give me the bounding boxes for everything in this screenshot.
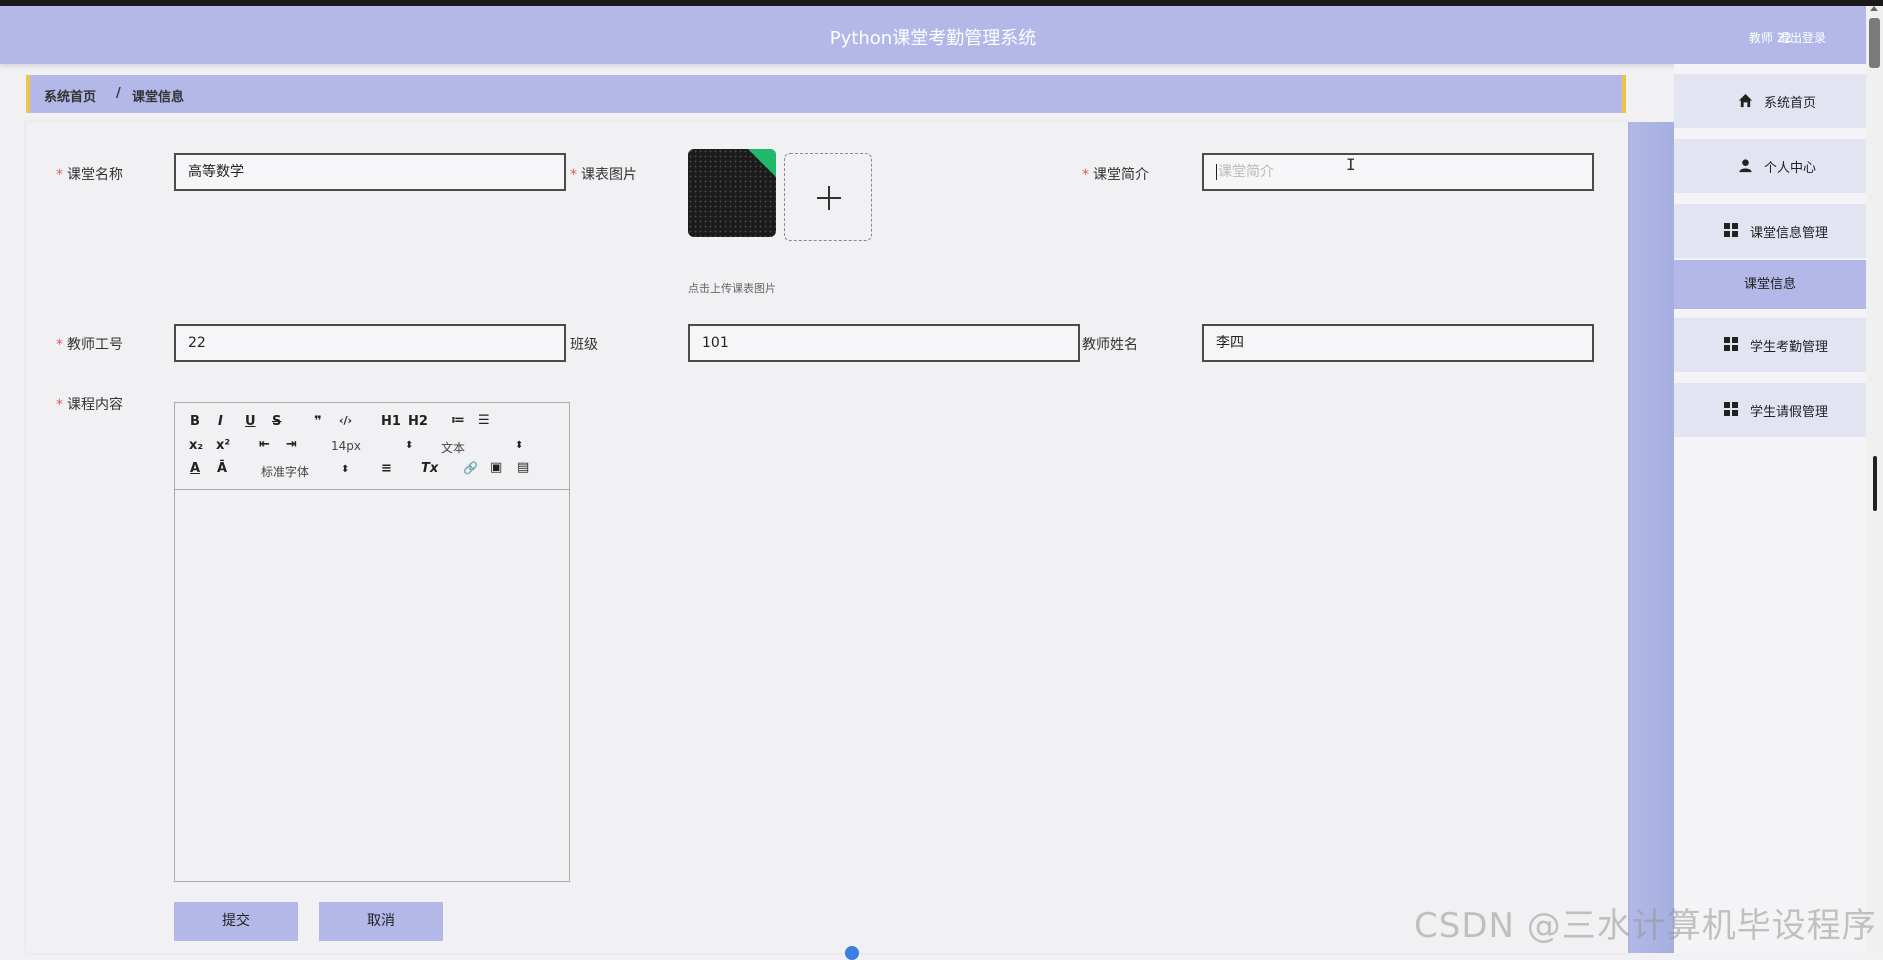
grid-icon xyxy=(1724,223,1739,238)
required-mark: * xyxy=(570,167,577,183)
breadcrumb-home[interactable]: 系统首页 xyxy=(44,86,96,105)
image-button[interactable]: ▣ xyxy=(490,460,502,475)
scrollbar-thumb[interactable] xyxy=(1869,18,1880,68)
grid-icon xyxy=(1724,402,1739,417)
upload-hint: 点击上传课表图片 xyxy=(688,282,776,295)
text-caret xyxy=(1216,164,1217,180)
rich-text-editor: B I U S ❞ ‹/› H1 H2 ≔ ☰ x₂ x² ⇤ ⇥ 14px ⬍… xyxy=(174,402,570,882)
sidebar-subitem-course-info[interactable]: 课堂信息 xyxy=(1674,260,1866,309)
select-arrows-icon: ⬍ xyxy=(405,440,414,451)
home-icon xyxy=(1738,93,1753,108)
link-button[interactable]: 🔗 xyxy=(463,461,478,475)
align-button[interactable]: ≡ xyxy=(381,461,392,476)
course-name-label-text: 课堂名称 xyxy=(67,167,123,183)
thumbnail-check-corner-icon xyxy=(748,149,776,177)
top-header: Python课堂考勤管理系统 教师 22 退出登录 xyxy=(0,6,1866,64)
code-block-button[interactable]: ‹/› xyxy=(339,414,352,427)
app-title: Python课堂考勤管理系统 xyxy=(829,28,1037,49)
sidebar-item-profile[interactable]: 个人中心 xyxy=(1674,139,1866,193)
intro-input[interactable]: 课堂简介 xyxy=(1202,153,1594,191)
superscript-button[interactable]: x² xyxy=(216,438,230,453)
subscript-button[interactable]: x₂ xyxy=(189,438,203,453)
editor-content-area[interactable] xyxy=(175,490,569,881)
header-select[interactable]: 文本 ⬍ xyxy=(441,439,525,456)
font-size-select[interactable]: 14px ⬍ xyxy=(331,439,415,453)
select-arrows-icon: ⬍ xyxy=(341,464,350,475)
h1-button[interactable]: H1 xyxy=(381,414,401,429)
teacher-id-label-text: 教师工号 xyxy=(67,337,123,353)
strike-button[interactable]: S xyxy=(272,414,281,429)
logout-link[interactable]: 退出登录 xyxy=(1778,29,1826,46)
bold-button[interactable]: B xyxy=(190,414,200,429)
sidebar-item-attendance-management[interactable]: 学生考勤管理 xyxy=(1674,318,1866,372)
breadcrumb: 系统首页 / 课堂信息 xyxy=(26,75,1626,113)
blockquote-button[interactable]: ❞ xyxy=(314,414,322,429)
outdent-button[interactable]: ⇤ xyxy=(259,437,270,452)
watermark: CSDN @三水计算机毕设程序 xyxy=(1414,906,1877,946)
select-arrows-icon: ⬍ xyxy=(515,440,524,451)
side-scroll-handle[interactable] xyxy=(1873,456,1877,511)
schedule-image-label-text: 课表图片 xyxy=(581,167,637,183)
text-color-button[interactable]: A xyxy=(190,461,200,476)
required-mark: * xyxy=(56,167,63,183)
scroll-up-arrow-icon[interactable] xyxy=(1870,6,1878,11)
class-label: 班级 xyxy=(570,337,598,353)
bullet-list-button[interactable]: ☰ xyxy=(478,413,490,428)
page-scrollbar[interactable] xyxy=(1866,6,1883,953)
h2-button[interactable]: H2 xyxy=(408,414,428,429)
teacher-name-input[interactable]: 李四 xyxy=(1202,324,1594,362)
required-mark: * xyxy=(56,337,63,353)
sidebar: 系统首页 个人中心 课堂信息管理 课堂信息 学生考勤管理 学生请假管理 xyxy=(1674,64,1866,953)
teacher-id-label: * 教师工号 xyxy=(56,334,123,354)
intro-placeholder: 课堂简介 xyxy=(1218,164,1274,180)
page-indicator-dot xyxy=(845,946,859,960)
schedule-image-label: * 课表图片 xyxy=(570,164,637,184)
sidebar-item-leave-management[interactable]: 学生请假管理 xyxy=(1674,383,1866,437)
user-icon xyxy=(1739,159,1752,173)
sidebar-item-label: 课堂信息管理 xyxy=(1750,226,1829,241)
content-label: * 课程内容 xyxy=(56,394,123,414)
editor-toolbar: B I U S ❞ ‹/› H1 H2 ≔ ☰ x₂ x² ⇤ ⇥ 14px ⬍… xyxy=(175,403,569,490)
sidebar-item-course-management[interactable]: 课堂信息管理 xyxy=(1674,204,1866,258)
intro-label: * 课堂简介 xyxy=(1082,164,1149,184)
font-size-value: 14px xyxy=(331,439,361,453)
clear-format-button[interactable]: Tx xyxy=(421,461,438,476)
class-input[interactable]: 101 xyxy=(688,324,1080,362)
required-mark: * xyxy=(1082,167,1089,183)
sidebar-item-home[interactable]: 系统首页 xyxy=(1674,74,1866,128)
sidebar-item-label: 学生请假管理 xyxy=(1750,405,1829,420)
header-select-value: 文本 xyxy=(441,441,466,455)
background-color-button[interactable]: Ā xyxy=(217,461,227,476)
course-name-input[interactable]: 高等数学 xyxy=(174,153,566,191)
course-name-label: * 课堂名称 xyxy=(56,164,123,184)
sidebar-item-label: 系统首页 xyxy=(1764,96,1817,111)
ordered-list-button[interactable]: ≔ xyxy=(451,413,465,428)
video-button[interactable]: ▤ xyxy=(517,460,529,475)
image-upload-button[interactable] xyxy=(784,153,872,241)
indent-button[interactable]: ⇥ xyxy=(286,437,297,452)
required-mark: * xyxy=(56,397,63,413)
content-label-text: 课程内容 xyxy=(67,397,123,413)
underline-button[interactable]: U xyxy=(245,414,256,429)
sidebar-item-label: 学生考勤管理 xyxy=(1750,340,1829,355)
ibeam-cursor-icon: I xyxy=(1346,155,1356,174)
schedule-image-thumbnail[interactable] xyxy=(688,149,776,237)
intro-label-text: 课堂简介 xyxy=(1093,167,1149,183)
teacher-name-label: 教师姓名 xyxy=(1082,337,1138,353)
submit-button[interactable]: 提交 xyxy=(174,902,298,941)
italic-button[interactable]: I xyxy=(218,414,223,429)
plus-icon-vertical xyxy=(828,186,830,210)
font-family-select[interactable]: 标准字体 ⬍ xyxy=(261,463,351,480)
teacher-id-input[interactable]: 22 xyxy=(174,324,566,362)
grid-icon xyxy=(1724,337,1739,352)
sidebar-item-label: 个人中心 xyxy=(1764,161,1817,176)
font-family-value: 标准字体 xyxy=(261,465,310,479)
decorative-side-strip xyxy=(1628,122,1674,953)
cancel-button[interactable]: 取消 xyxy=(319,902,443,941)
breadcrumb-current: 课堂信息 xyxy=(132,90,185,105)
breadcrumb-separator: / xyxy=(116,86,121,101)
